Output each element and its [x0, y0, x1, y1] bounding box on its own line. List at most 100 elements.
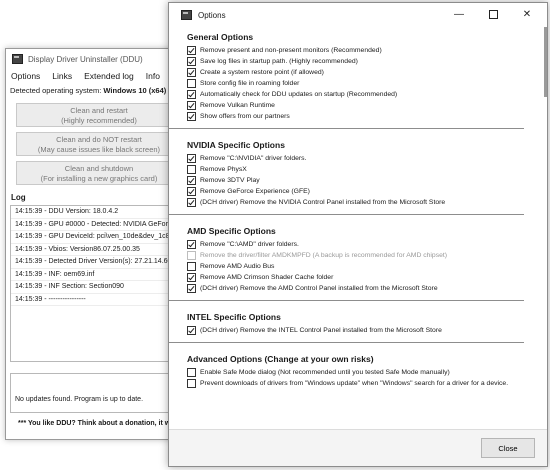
option-label: Remove "C:\NVIDIA" driver folders. — [200, 155, 307, 162]
options-titlebar[interactable]: Options — ✕ — [169, 3, 547, 27]
option-label: (DCH driver) Remove the NVIDIA Control P… — [200, 199, 446, 206]
options-window-title: Options — [198, 10, 226, 20]
option-remove-gfe[interactable]: Remove GeForce Experience (GFE) — [187, 186, 544, 197]
checkbox[interactable] — [187, 112, 196, 121]
option-remove-physx[interactable]: Remove PhysX — [187, 164, 544, 175]
section-title: Advanced Options (Change at your own ris… — [187, 354, 374, 364]
options-window: Options — ✕ General Options Remove prese… — [168, 2, 548, 467]
option-label: Remove present and non-present monitors … — [200, 47, 382, 54]
option-label: Store config file in roaming folder — [200, 80, 300, 87]
button-line2: (For installing a new graphics card) — [40, 174, 158, 183]
option-roaming-config[interactable]: Store config file in roaming folder — [187, 78, 544, 89]
option-intel-dch-panel[interactable]: (DCH driver) Remove the INTEL Control Pa… — [187, 325, 544, 336]
close-button[interactable]: Close — [481, 438, 535, 458]
checkbox[interactable] — [187, 198, 196, 207]
menu-info[interactable]: Info — [146, 71, 160, 81]
option-label: Save log files in startup path. (Highly … — [200, 58, 358, 65]
menu-extended-log[interactable]: Extended log — [84, 71, 134, 81]
general-options-section: General Options Remove present and non-p… — [169, 32, 544, 122]
menu-links[interactable]: Links — [52, 71, 72, 81]
status-text: No updates found. Program is up to date. — [15, 396, 144, 403]
option-remove-vulkan[interactable]: Remove Vulkan Runtime — [187, 100, 544, 111]
button-line2: (Highly recommended) — [61, 116, 137, 125]
option-label: Remove GeForce Experience (GFE) — [200, 188, 310, 195]
section-title: AMD Specific Options — [187, 226, 276, 236]
button-line1: Clean and restart — [70, 106, 128, 115]
option-restore-point[interactable]: Create a system restore point (if allowe… — [187, 67, 544, 78]
option-label: Enable Safe Mode dialog (Not recommended… — [200, 369, 450, 376]
option-label: Show offers from our partners — [200, 113, 290, 120]
clean-no-restart-button[interactable]: Clean and do NOT restart (May cause issu… — [16, 132, 182, 156]
option-prevent-windows-update[interactable]: Prevent downloads of drivers from "Windo… — [187, 378, 544, 389]
checkbox[interactable] — [187, 326, 196, 335]
options-footer: Close — [169, 429, 547, 466]
option-remove-3dtv[interactable]: Remove 3DTV Play — [187, 175, 544, 186]
checkbox[interactable] — [187, 101, 196, 110]
section-divider — [169, 128, 524, 129]
minimize-button[interactable]: — — [443, 3, 475, 27]
checkbox[interactable] — [187, 240, 196, 249]
amd-options-section: AMD Specific Options Remove "C:\AMD" dri… — [169, 226, 544, 294]
option-label: Remove 3DTV Play — [200, 177, 260, 184]
option-amd-folders[interactable]: Remove "C:\AMD" driver folders. — [187, 239, 544, 250]
option-label: Automatically check for DDU updates on s… — [200, 91, 398, 98]
checkbox[interactable] — [187, 165, 196, 174]
option-label: Create a system restore point (if allowe… — [200, 69, 324, 76]
option-label: Remove "C:\AMD" driver folders. — [200, 241, 299, 248]
nvidia-options-section: NVIDIA Specific Options Remove "C:\NVIDI… — [169, 140, 544, 208]
section-divider — [169, 214, 524, 215]
detected-os-label: Detected operating system: — [10, 86, 104, 95]
options-app-icon — [181, 10, 192, 20]
option-label: Remove AMD Crimson Shader Cache folder — [200, 274, 334, 281]
option-nvidia-folders[interactable]: Remove "C:\NVIDIA" driver folders. — [187, 153, 544, 164]
button-line1: Clean and do NOT restart — [56, 135, 142, 144]
clean-and-shutdown-button[interactable]: Clean and shutdown (For installing a new… — [16, 161, 182, 185]
option-amd-dch-panel[interactable]: (DCH driver) Remove the AMD Control Pane… — [187, 283, 544, 294]
intel-options-section: INTEL Specific Options (DCH driver) Remo… — [169, 312, 544, 336]
section-divider — [169, 300, 524, 301]
checkbox[interactable] — [187, 176, 196, 185]
checkbox — [187, 251, 196, 260]
advanced-options-section: Advanced Options (Change at your own ris… — [169, 354, 544, 389]
close-window-button[interactable]: ✕ — [511, 3, 543, 27]
checkbox[interactable] — [187, 57, 196, 66]
menu-options[interactable]: Options — [11, 71, 40, 81]
maximize-icon — [488, 9, 498, 19]
option-label: (DCH driver) Remove the INTEL Control Pa… — [200, 327, 442, 334]
checkbox[interactable] — [187, 154, 196, 163]
option-auto-update-check[interactable]: Automatically check for DDU updates on s… — [187, 89, 544, 100]
option-save-log-files[interactable]: Save log files in startup path. (Highly … — [187, 56, 544, 67]
option-label: Remove Vulkan Runtime — [200, 102, 275, 109]
clean-and-restart-button[interactable]: Clean and restart (Highly recommended) — [16, 103, 182, 127]
option-nvidia-dch-panel[interactable]: (DCH driver) Remove the NVIDIA Control P… — [187, 197, 544, 208]
option-amdkmpfd: Remove the driver/filter AMDKMPFD (A bac… — [187, 250, 544, 261]
option-label: (DCH driver) Remove the AMD Control Pane… — [200, 285, 438, 292]
checkbox[interactable] — [187, 68, 196, 77]
option-label: Prevent downloads of drivers from "Windo… — [200, 380, 509, 387]
option-partner-offers[interactable]: Show offers from our partners — [187, 111, 544, 122]
checkbox[interactable] — [187, 90, 196, 99]
donation-text[interactable]: *** You like DDU? Think about a donation… — [18, 420, 170, 427]
option-remove-monitors[interactable]: Remove present and non-present monitors … — [187, 45, 544, 56]
option-label: Remove the driver/filter AMDKMPFD (A bac… — [200, 252, 448, 259]
detected-os-value: Windows 10 (x64) — [103, 86, 167, 95]
section-title: INTEL Specific Options — [187, 312, 281, 322]
ddu-app-icon — [12, 54, 23, 64]
maximize-button[interactable] — [477, 3, 509, 27]
checkbox[interactable] — [187, 273, 196, 282]
section-divider — [169, 342, 524, 343]
checkbox[interactable] — [187, 379, 196, 388]
ddu-window-title: Display Driver Uninstaller (DDU) — [28, 54, 143, 64]
scrollbar-thumb[interactable] — [544, 27, 547, 97]
option-label: Remove PhysX — [200, 166, 247, 173]
checkbox[interactable] — [187, 46, 196, 55]
checkbox[interactable] — [187, 79, 196, 88]
checkbox[interactable] — [187, 262, 196, 271]
option-amd-shader-cache[interactable]: Remove AMD Crimson Shader Cache folder — [187, 272, 544, 283]
option-amd-audio-bus[interactable]: Remove AMD Audio Bus — [187, 261, 544, 272]
checkbox[interactable] — [187, 187, 196, 196]
checkbox[interactable] — [187, 284, 196, 293]
checkbox[interactable] — [187, 368, 196, 377]
option-safe-mode-dialog[interactable]: Enable Safe Mode dialog (Not recommended… — [187, 367, 544, 378]
section-title: NVIDIA Specific Options — [187, 140, 285, 150]
